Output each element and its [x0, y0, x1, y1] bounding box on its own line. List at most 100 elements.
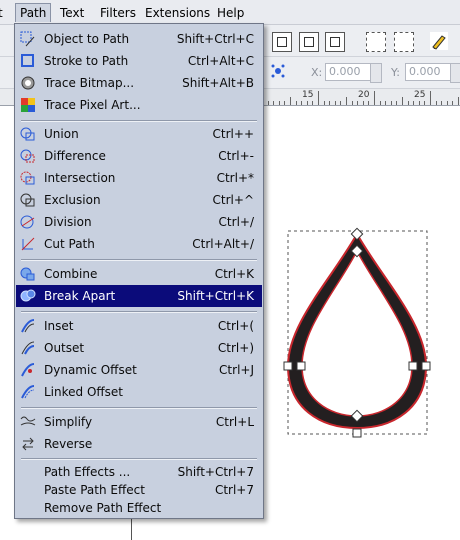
ruler-tick [402, 97, 403, 105]
simplify-icon [20, 414, 36, 430]
ruler-tick [435, 101, 437, 105]
menu-item-union[interactable]: Union Ctrl++ [16, 123, 262, 145]
ruler-tick [413, 101, 415, 105]
menu-item-dynamic-offset[interactable]: Dynamic Offset Ctrl+J [16, 359, 262, 381]
menu-item-trace-pixel-art[interactable]: Trace Pixel Art... [16, 94, 262, 116]
intersection-icon [20, 170, 36, 186]
duplicate-icon[interactable] [272, 32, 292, 52]
cut-path-icon [20, 236, 36, 252]
node-handle-bottom[interactable] [352, 428, 362, 438]
menu-item-shortcut: Ctrl+L [215, 415, 254, 429]
linked-offset-icon [20, 384, 36, 400]
dynamic-offset-icon [20, 362, 36, 378]
ruler-tick [385, 101, 387, 105]
ruler-tick [312, 101, 314, 105]
menu-item-reverse[interactable]: Reverse [16, 433, 262, 455]
menu-item-label: Union [44, 127, 79, 141]
ruler-tick [368, 101, 370, 105]
menu-extensions[interactable]: Extensions [141, 4, 214, 22]
menu-item-shortcut: Ctrl+) [217, 341, 254, 355]
node-handle-top[interactable] [350, 227, 364, 241]
menu-item-combine[interactable]: Combine Ctrl+K [16, 263, 262, 285]
ungroup-icon[interactable] [325, 32, 345, 52]
ruler-tick [430, 91, 431, 105]
menu-path[interactable]: Path [15, 3, 52, 22]
ruler-tick [278, 101, 280, 105]
trace-bitmap-icon [20, 75, 36, 91]
select-bbox-icon[interactable] [394, 32, 414, 52]
ruler-tick [351, 101, 353, 105]
ruler-label-25: 25 [414, 90, 426, 100]
menu-separator [21, 407, 257, 409]
ruler-tick [323, 101, 325, 105]
menu-item-label: Intersection [44, 171, 116, 185]
ruler-tick [374, 91, 375, 105]
menu-item-linked-offset[interactable]: Linked Offset [16, 381, 262, 403]
combine-icon [20, 266, 36, 282]
ruler-tick [295, 101, 297, 105]
menu-item-label: Remove Path Effect [44, 501, 162, 515]
node-handle-left-inner[interactable] [296, 361, 306, 371]
y-field[interactable]: 0.000 [405, 63, 452, 81]
ruler-tick [346, 97, 347, 105]
x-spinner[interactable] [370, 63, 382, 83]
x-field[interactable]: 0.000 [325, 63, 372, 81]
menu-item-label: Difference [44, 149, 106, 163]
ruler-tick [340, 101, 342, 105]
stroke-to-path-icon [20, 53, 36, 69]
menu-item-trace-bitmap[interactable]: Trace Bitmap... Shift+Alt+B [16, 72, 262, 94]
menu-item-shortcut: Ctrl+/ [218, 215, 254, 229]
menu-item-shortcut: Ctrl+K [214, 267, 254, 281]
menu-item-exclusion[interactable]: Exclusion Ctrl+^ [16, 189, 262, 211]
ruler-tick [267, 101, 269, 105]
ruler-tick [407, 101, 409, 105]
menu-item-intersection[interactable]: Intersection Ctrl+* [16, 167, 262, 189]
menu-text[interactable]: Text [56, 4, 88, 22]
menu-item-object-to-path[interactable]: Object to Path Shift+Ctrl+C [16, 28, 262, 50]
node-handle-right[interactable] [421, 361, 431, 371]
menu-item-shortcut: Shift+Ctrl+C [176, 32, 254, 46]
ruler-tick [334, 101, 336, 105]
ruler-tick [301, 101, 303, 105]
menu-item-shortcut: Ctrl+* [216, 171, 254, 185]
break-apart-icon [20, 288, 36, 304]
ruler-tick [273, 101, 275, 105]
menubar: t Path Text Filters Extensions Help [0, 0, 460, 25]
menu-item-label: Stroke to Path [44, 54, 129, 68]
drop-inner[interactable] [301, 249, 413, 417]
select-same-icon[interactable] [366, 32, 386, 52]
menu-item-cut-path[interactable]: Cut Path Ctrl+Alt+/ [16, 233, 262, 255]
exclusion-icon [20, 192, 36, 208]
menu-item-label: Trace Bitmap... [44, 76, 135, 90]
menu-object[interactable]: t [0, 4, 7, 22]
transform-icon[interactable] [270, 63, 286, 82]
menu-item-inset[interactable]: Inset Ctrl+( [16, 315, 262, 337]
menu-item-outset[interactable]: Outset Ctrl+) [16, 337, 262, 359]
y-spinner[interactable] [450, 63, 460, 83]
menu-help[interactable]: Help [213, 4, 248, 22]
menu-filters[interactable]: Filters [96, 4, 140, 22]
menu-separator [21, 259, 257, 261]
pen-icon[interactable] [430, 32, 448, 50]
node-handle-left[interactable] [283, 361, 293, 371]
menu-item-stroke-to-path[interactable]: Stroke to Path Ctrl+Alt+C [16, 50, 262, 72]
node-handle-right-inner[interactable] [408, 361, 418, 371]
ruler-tick [306, 101, 308, 105]
menu-item-division[interactable]: Division Ctrl+/ [16, 211, 262, 233]
menu-item-difference[interactable]: Difference Ctrl+- [16, 145, 262, 167]
group-icon[interactable] [299, 32, 319, 52]
ruler-tick [329, 101, 331, 105]
ruler-tick [357, 101, 359, 105]
ruler-tick [452, 101, 454, 105]
ruler-tick [318, 91, 319, 105]
menu-item-simplify[interactable]: Simplify Ctrl+L [16, 411, 262, 433]
menu-item-label: Object to Path [44, 32, 130, 46]
menu-item-break-apart[interactable]: Break Apart Shift+Ctrl+K [16, 285, 262, 307]
guide-line [131, 518, 132, 540]
menu-item-label: Reverse [44, 437, 93, 451]
union-icon [20, 126, 36, 142]
menu-separator [21, 458, 257, 460]
menu-item-shortcut: Ctrl+J [219, 363, 254, 377]
menu-item-remove-path-effect[interactable]: Remove Path Effect [16, 497, 262, 519]
menu-item-label: Division [44, 215, 92, 229]
